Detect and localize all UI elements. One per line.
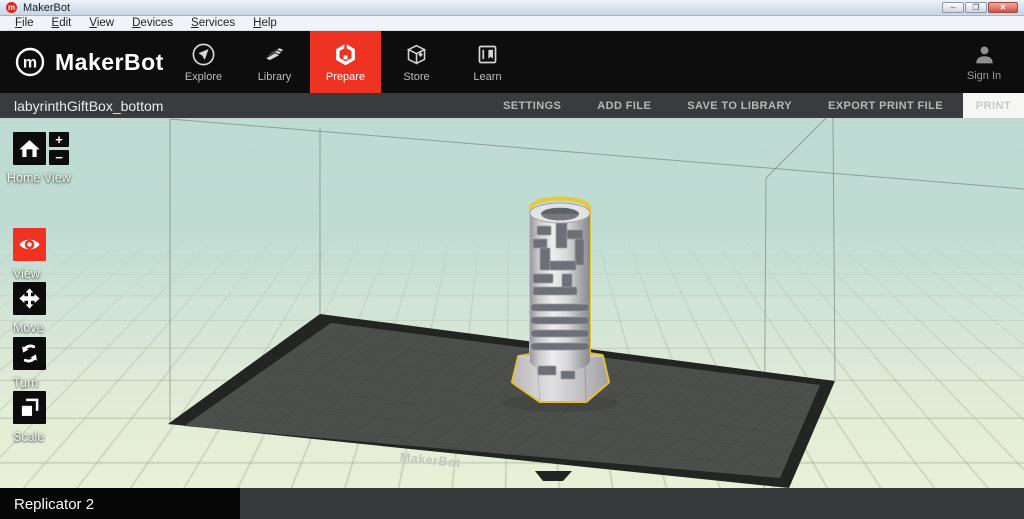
status-bar: Replicator 2 [0,488,1024,519]
nav-store-label: Store [403,71,430,83]
menu-bar: File Edit View Devices Services Help [0,16,1024,31]
view-tool-button[interactable] [13,228,46,261]
menu-file[interactable]: File [6,16,43,30]
file-actions: SETTINGS ADD FILE SAVE TO LIBRARY EXPORT… [503,100,943,112]
device-name: Replicator 2 [14,495,95,513]
close-button[interactable]: ✕ [988,2,1018,13]
menu-devices[interactable]: Devices [123,16,182,30]
scale-tool-button[interactable] [13,391,46,424]
3d-viewport[interactable]: MakerBot + − Home View View Move Turn Sc… [0,118,1024,488]
menu-view[interactable]: View [80,16,123,30]
window-title: MakerBot [23,1,71,14]
move-tool: Move [13,282,46,335]
window-titlebar: m MakerBot – ❐ ✕ [0,0,1024,16]
nav-items: Explore Library Prepare Store Learn [168,31,523,93]
build-scene: MakerBot [168,118,1024,488]
nav-learn-label: Learn [473,71,502,83]
zoom-out-button[interactable]: − [49,150,69,165]
build-plate: MakerBot [168,314,835,488]
makerbot-logo: m MakerBot [14,46,164,78]
nav-store[interactable]: Store [381,31,452,93]
scale-icon [21,398,39,416]
store-icon [406,44,427,65]
main-nav-bar: m MakerBot Explore Library Prepare Store… [0,31,1024,93]
sign-in-button[interactable]: Sign In [952,31,1016,93]
nav-prepare[interactable]: Prepare [310,31,381,93]
prepare-icon [336,43,355,66]
rotate-icon [22,344,37,363]
move-tool-label: Move [13,321,44,335]
nav-library-label: Library [257,71,292,83]
menu-services[interactable]: Services [182,16,244,30]
learn-icon [478,45,497,64]
device-selector[interactable]: Replicator 2 [0,488,240,519]
home-view-button[interactable] [13,132,46,165]
turn-tool: Turn [13,337,46,390]
nav-learn[interactable]: Learn [452,31,523,93]
brand-wordmark: MakerBot [55,48,164,75]
print-button[interactable]: PRINT [963,93,1024,118]
move-tool-button[interactable] [13,282,46,315]
menu-help[interactable]: Help [244,16,286,30]
home-icon [19,140,40,157]
scale-tool: Scale [13,391,46,444]
settings-button[interactable]: SETTINGS [503,100,561,112]
file-toolbar: labyrinthGiftBox_bottom SETTINGS ADD FIL… [0,93,1024,118]
save-to-library-button[interactable]: SAVE TO LIBRARY [687,100,792,112]
makerbot-app-icon: m [6,2,17,13]
model-labyrinth-giftbox[interactable] [502,196,618,413]
scale-tool-label: Scale [13,430,45,444]
home-view-label: Home View [7,171,71,185]
minimize-button[interactable]: – [942,2,964,13]
svg-text:m: m [23,55,37,72]
view-tool: View [13,228,46,281]
eye-icon [19,239,40,250]
nav-explore-label: Explore [184,71,223,83]
view-tool-label: View [13,267,40,281]
move-arrows-icon [19,288,40,309]
nav-library[interactable]: Library [239,31,310,93]
user-icon [975,46,993,63]
export-print-file-button[interactable]: EXPORT PRINT FILE [828,100,943,112]
turn-tool-button[interactable] [13,337,46,370]
add-file-button[interactable]: ADD FILE [597,100,651,112]
home-view-tool: + − Home View [7,132,71,185]
makerbot-desktop-window: m MakerBot – ❐ ✕ File Edit View Devices … [0,0,1024,519]
library-icon [264,47,286,62]
maximize-button[interactable]: ❐ [965,2,987,13]
open-file-name: labyrinthGiftBox_bottom [14,97,164,114]
turn-tool-label: Turn [13,376,39,390]
zoom-in-button[interactable]: + [49,132,69,147]
nav-explore[interactable]: Explore [168,31,239,93]
sign-in-label: Sign In [966,69,1002,82]
explore-icon [192,43,215,66]
makerbot-logo-icon: m [15,47,45,77]
nav-prepare-label: Prepare [325,71,366,83]
menu-edit[interactable]: Edit [43,16,81,30]
